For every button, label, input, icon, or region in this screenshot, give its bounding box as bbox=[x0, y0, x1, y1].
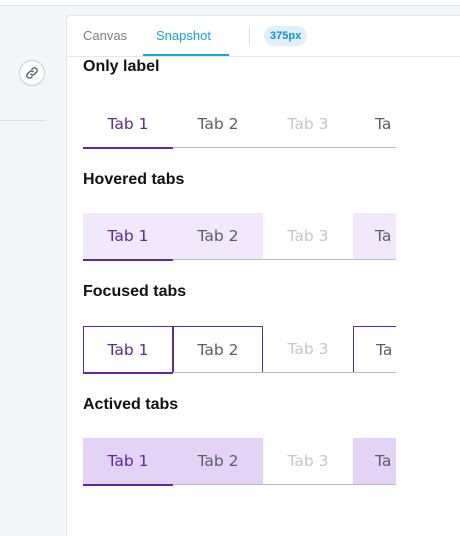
section-title-hovered: Hovered tabs bbox=[83, 171, 185, 188]
tab-3-disabled: Tab 3 bbox=[287, 227, 329, 245]
selected-indicator bbox=[83, 259, 173, 261]
tabs-hovered: Tab 1 Tab 2 Tab 3 Ta bbox=[83, 213, 396, 261]
selected-indicator bbox=[83, 484, 173, 486]
tab-4-partial[interactable]: Ta bbox=[353, 101, 396, 148]
tab-2[interactable]: Tab 2 bbox=[173, 326, 263, 373]
preview-toolbar: Canvas Snapshot 375px bbox=[67, 16, 460, 57]
left-divider bbox=[0, 120, 46, 121]
selected-indicator bbox=[83, 372, 173, 374]
section-title-focused: Focused tabs bbox=[83, 283, 187, 300]
tab-1[interactable]: Tab 1 bbox=[83, 101, 173, 148]
section-title-only-label: Only label bbox=[83, 58, 160, 75]
viewport-width-badge[interactable]: 375px bbox=[264, 26, 308, 46]
link-icon bbox=[26, 67, 38, 79]
tab-1[interactable]: Tab 1 bbox=[83, 213, 173, 260]
tab-2[interactable]: Tab 2 bbox=[173, 438, 263, 485]
tabs-actived: Tab 1 Tab 2 Tab 3 Ta bbox=[83, 438, 396, 486]
link-button[interactable] bbox=[19, 60, 45, 86]
tab-3-disabled: Tab 3 bbox=[287, 340, 329, 358]
tab-snapshot[interactable]: Snapshot bbox=[143, 16, 229, 56]
tab-1[interactable]: Tab 1 bbox=[83, 326, 173, 373]
tab-4-partial[interactable]: Ta bbox=[353, 438, 396, 485]
selected-indicator bbox=[83, 147, 173, 149]
tab-4-partial[interactable]: Ta bbox=[353, 213, 396, 260]
top-bar bbox=[0, 0, 460, 6]
tab-4-partial[interactable]: Ta bbox=[353, 326, 396, 373]
tab-3-disabled: Tab 3 bbox=[287, 115, 329, 133]
tab-canvas[interactable]: Canvas bbox=[83, 16, 127, 56]
tab-2[interactable]: Tab 2 bbox=[173, 213, 263, 260]
preview-panel: Canvas Snapshot 375px Only label Tab 1 T… bbox=[66, 15, 460, 536]
toolbar-divider bbox=[249, 27, 250, 45]
section-title-actived: Actived tabs bbox=[83, 396, 179, 413]
tab-1[interactable]: Tab 1 bbox=[83, 438, 173, 485]
tab-2[interactable]: Tab 2 bbox=[173, 101, 263, 148]
tab-3-disabled: Tab 3 bbox=[287, 452, 329, 470]
tabs-only-label: Tab 1 Tab 2 Tab 3 Ta bbox=[83, 101, 396, 149]
tabs-focused: Tab 1 Tab 2 Tab 3 Ta bbox=[83, 326, 396, 374]
snapshot-content: Only label Tab 1 Tab 2 Tab 3 Ta Hovered … bbox=[83, 56, 396, 536]
